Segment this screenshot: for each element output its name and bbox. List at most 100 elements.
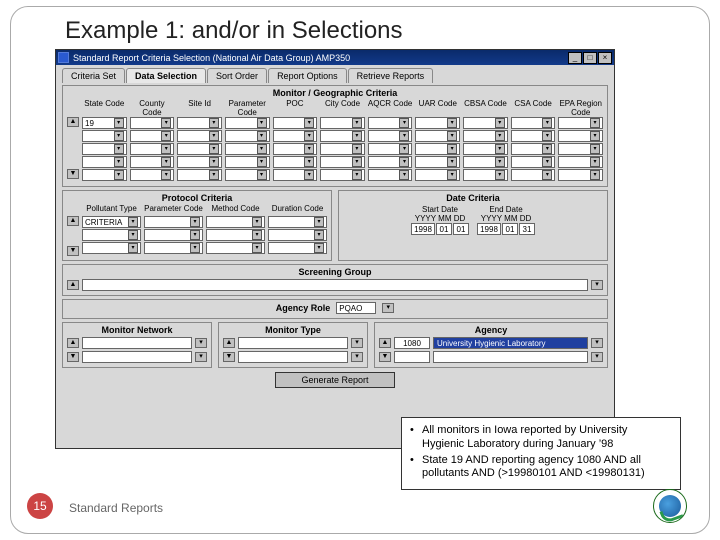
uar-code-input[interactable]: ▾ [415, 169, 460, 181]
ag-nav-down-icon[interactable]: ▼ [379, 352, 391, 362]
chevron-down-icon[interactable]: ▾ [161, 131, 171, 141]
epa-region-code-input[interactable]: ▾ [558, 130, 603, 142]
chevron-down-icon[interactable]: ▾ [128, 230, 138, 240]
chevron-down-icon[interactable]: ▾ [352, 144, 362, 154]
chevron-down-icon[interactable]: ▾ [195, 338, 207, 348]
chevron-down-icon[interactable]: ▾ [351, 352, 363, 362]
chevron-down-icon[interactable]: ▾ [314, 217, 324, 227]
chevron-down-icon[interactable]: ▾ [447, 170, 457, 180]
chevron-down-icon[interactable]: ▾ [590, 170, 600, 180]
site-id-input[interactable]: ▾ [177, 143, 222, 155]
chevron-down-icon[interactable]: ▾ [447, 131, 457, 141]
chevron-down-icon[interactable]: ▾ [590, 144, 600, 154]
county-code-input[interactable]: ▾ [130, 143, 175, 155]
chevron-down-icon[interactable]: ▾ [590, 131, 600, 141]
tab-report-options[interactable]: Report Options [268, 68, 347, 83]
chevron-down-icon[interactable]: ▾ [257, 118, 267, 128]
mn-nav-down-icon[interactable]: ▼ [67, 352, 79, 362]
chevron-down-icon[interactable]: ▾ [352, 170, 362, 180]
duration-code-input[interactable]: ▾ [268, 242, 327, 254]
protocol-nav-down-icon[interactable]: ▼ [67, 246, 79, 256]
monitor-type-input[interactable] [238, 337, 348, 349]
method-code-input[interactable]: ▾ [206, 229, 265, 241]
city-code-input[interactable]: ▾ [320, 156, 365, 168]
screening-group-input[interactable] [82, 279, 588, 291]
end-month-input[interactable]: 01 [502, 223, 518, 235]
chevron-down-icon[interactable]: ▾ [190, 217, 200, 227]
restore-button[interactable]: □ [583, 52, 597, 64]
epa-region-code-input[interactable]: ▾ [558, 169, 603, 181]
monitor-network-input[interactable] [82, 337, 192, 349]
csa-code-input[interactable]: ▾ [511, 169, 556, 181]
chevron-down-icon[interactable]: ▾ [114, 131, 124, 141]
chevron-down-icon[interactable]: ▾ [495, 118, 505, 128]
city-code-input[interactable]: ▾ [320, 169, 365, 181]
chevron-down-icon[interactable]: ▾ [257, 144, 267, 154]
tab-criteria-set[interactable]: Criteria Set [62, 68, 125, 83]
chevron-down-icon[interactable]: ▾ [161, 144, 171, 154]
method-code-input[interactable]: ▾ [206, 216, 265, 228]
parameter-code-input[interactable]: ▾ [225, 169, 270, 181]
end-year-input[interactable]: 1998 [477, 223, 501, 235]
chevron-down-icon[interactable]: ▾ [161, 118, 171, 128]
param-code-input[interactable]: ▾ [144, 229, 203, 241]
chevron-down-icon[interactable]: ▾ [382, 303, 394, 313]
chevron-down-icon[interactable]: ▾ [314, 243, 324, 253]
chevron-down-icon[interactable]: ▾ [304, 144, 314, 154]
parameter-code-input[interactable]: ▾ [225, 156, 270, 168]
agency-code-input[interactable]: 1080 [394, 337, 430, 349]
poc-input[interactable]: ▾ [273, 143, 318, 155]
csa-code-input[interactable]: ▾ [511, 117, 556, 129]
cbsa-code-input[interactable]: ▾ [463, 117, 508, 129]
chevron-down-icon[interactable]: ▾ [447, 144, 457, 154]
geo-nav-up-icon[interactable]: ▲ [67, 117, 79, 127]
chevron-down-icon[interactable]: ▾ [399, 170, 409, 180]
chevron-down-icon[interactable]: ▾ [209, 131, 219, 141]
chevron-down-icon[interactable]: ▾ [161, 157, 171, 167]
chevron-down-icon[interactable]: ▾ [352, 131, 362, 141]
site-id-input[interactable]: ▾ [177, 156, 222, 168]
param-code-input[interactable]: ▾ [144, 242, 203, 254]
chevron-down-icon[interactable]: ▾ [257, 131, 267, 141]
chevron-down-icon[interactable]: ▾ [351, 338, 363, 348]
epa-region-code-input[interactable]: ▾ [558, 156, 603, 168]
param-code-input[interactable]: ▾ [144, 216, 203, 228]
geo-nav-down-icon[interactable]: ▼ [67, 169, 79, 179]
cbsa-code-input[interactable]: ▾ [463, 143, 508, 155]
chevron-down-icon[interactable]: ▾ [304, 157, 314, 167]
chevron-down-icon[interactable]: ▾ [209, 157, 219, 167]
start-month-input[interactable]: 01 [436, 223, 452, 235]
state-code-input[interactable]: ▾ [82, 169, 127, 181]
chevron-down-icon[interactable]: ▾ [128, 217, 138, 227]
chevron-down-icon[interactable]: ▾ [114, 170, 124, 180]
state-code-input[interactable]: 19▾ [82, 117, 127, 129]
chevron-down-icon[interactable]: ▾ [114, 144, 124, 154]
chevron-down-icon[interactable]: ▾ [495, 144, 505, 154]
chevron-down-icon[interactable]: ▾ [195, 352, 207, 362]
tab-sort-order[interactable]: Sort Order [207, 68, 267, 83]
uar-code-input[interactable]: ▾ [415, 130, 460, 142]
mn-nav-up-icon[interactable]: ▲ [67, 338, 79, 348]
cbsa-code-input[interactable]: ▾ [463, 130, 508, 142]
chevron-down-icon[interactable]: ▾ [542, 118, 552, 128]
generate-report-button[interactable]: Generate Report [275, 372, 395, 388]
state-code-input[interactable]: ▾ [82, 156, 127, 168]
parameter-code-input[interactable]: ▾ [225, 130, 270, 142]
chevron-down-icon[interactable]: ▾ [190, 230, 200, 240]
county-code-input[interactable]: ▾ [130, 117, 175, 129]
poc-input[interactable]: ▾ [273, 156, 318, 168]
site-id-input[interactable]: ▾ [177, 130, 222, 142]
epa-region-code-input[interactable]: ▾ [558, 143, 603, 155]
parameter-code-input[interactable]: ▾ [225, 117, 270, 129]
pollutant-type-input[interactable]: ▾ [82, 229, 141, 241]
uar-code-input[interactable]: ▾ [415, 117, 460, 129]
chevron-down-icon[interactable]: ▾ [447, 118, 457, 128]
start-year-input[interactable]: 1998 [411, 223, 435, 235]
aqcr-code-input[interactable]: ▾ [368, 143, 413, 155]
chevron-down-icon[interactable]: ▾ [591, 280, 603, 290]
aqcr-code-input[interactable]: ▾ [368, 130, 413, 142]
chevron-down-icon[interactable]: ▾ [495, 131, 505, 141]
mt-nav-down-icon[interactable]: ▼ [223, 352, 235, 362]
aqcr-code-input[interactable]: ▾ [368, 117, 413, 129]
agency-code-input[interactable] [394, 351, 430, 363]
